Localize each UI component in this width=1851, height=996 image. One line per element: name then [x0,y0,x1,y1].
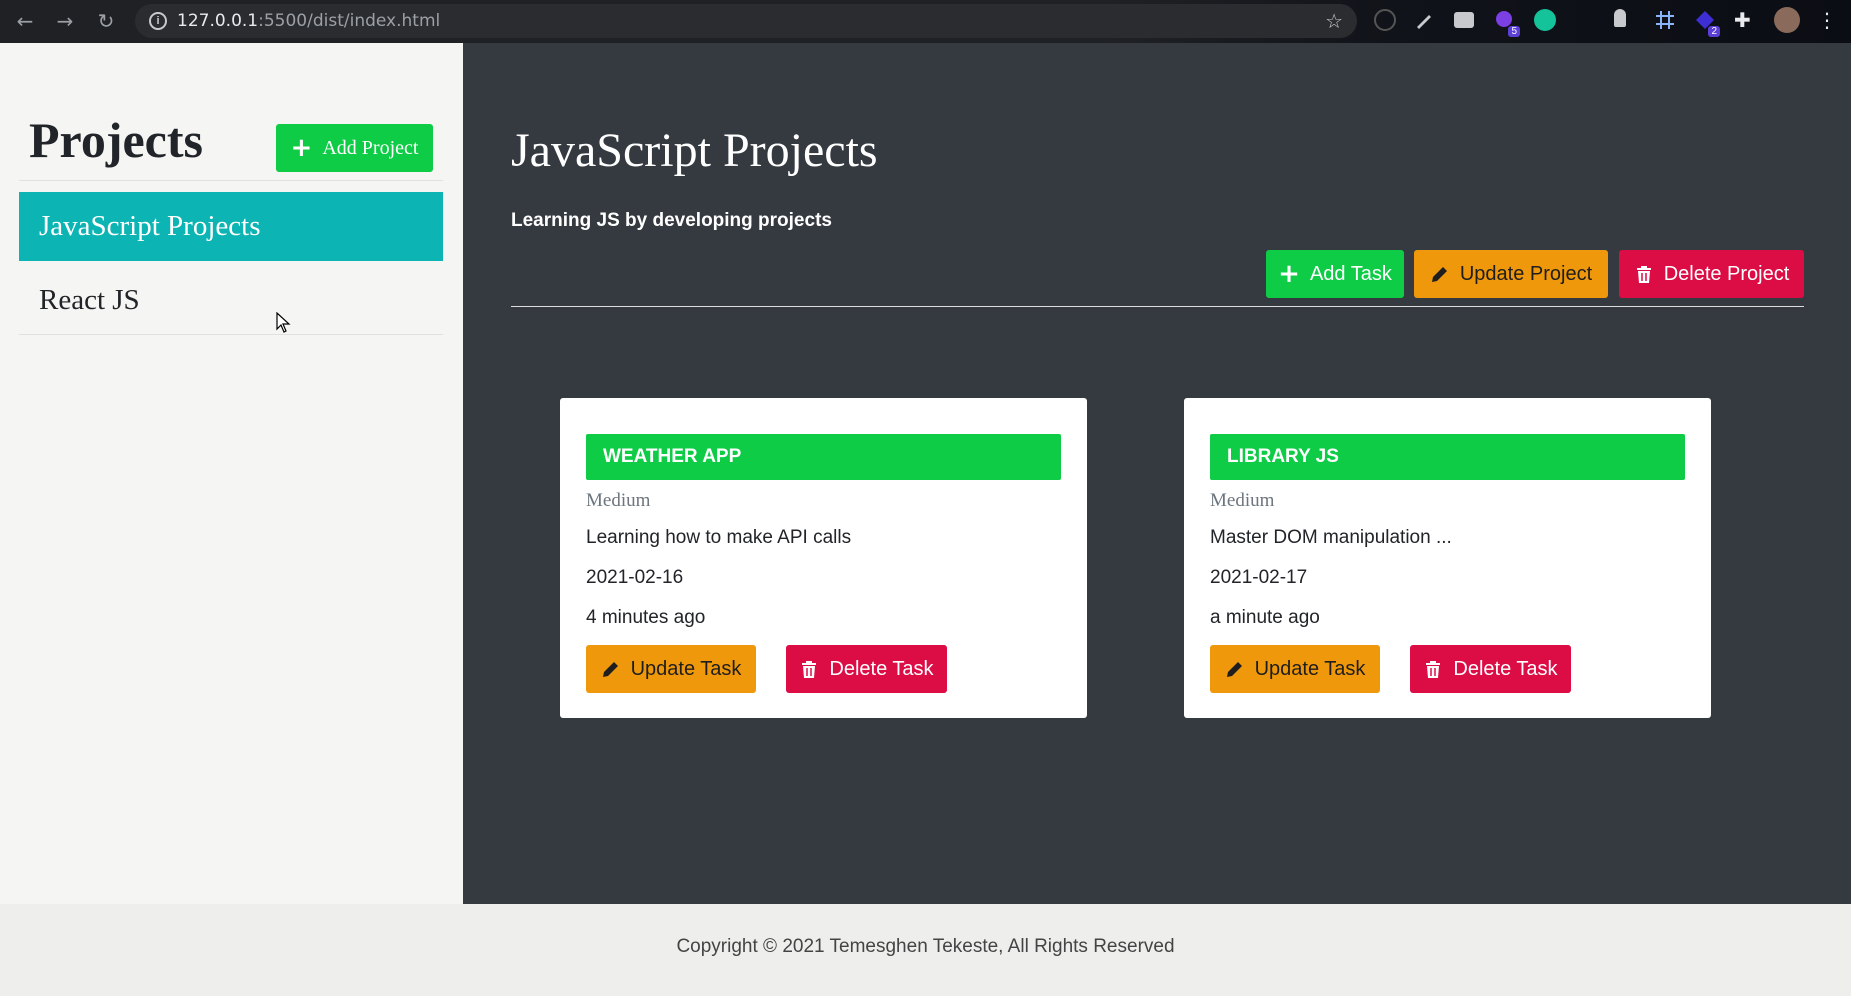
add-task-label: Add Task [1309,262,1392,285]
update-task-button[interactable]: Update Task [586,645,756,693]
task-priority: Medium [586,490,651,511]
update-project-button[interactable]: Update Project [1414,250,1608,298]
mouse-cursor-icon [276,312,291,333]
extension-badge: 2 [1708,26,1720,37]
delete-project-label: Delete Project [1663,262,1790,285]
extension-gem-icon[interactable]: 2 [1694,9,1720,37]
back-icon[interactable]: ← [12,8,38,34]
delete-task-button[interactable]: Delete Task [1410,645,1571,693]
extension-badge: 5 [1508,26,1520,37]
plus-icon: + [290,133,313,163]
task-due-date: 2021-02-16 [586,567,684,588]
reload-icon[interactable]: ↻ [93,8,119,34]
task-due-date: 2021-02-17 [1210,567,1308,588]
footer: Copyright © 2021 Temesghen Tekeste, All … [0,904,1851,996]
copyright-text: Copyright © 2021 Temesghen Tekeste, All … [676,936,1175,957]
browser-toolbar: ← → ↻ i 127.0.0.1:5500/dist/index.html ☆… [0,0,1851,43]
url-text[interactable]: 127.0.0.1:5500/dist/index.html [177,11,440,31]
address-bar[interactable]: i 127.0.0.1:5500/dist/index.html ☆ [135,4,1357,38]
sidebar-item-label: React JS [39,284,140,316]
extensions-puzzle-icon[interactable]: ✚ [1734,9,1756,31]
add-project-label: Add Project [322,136,419,159]
sidebar-title: Projects [29,112,203,168]
bookmark-star-icon[interactable]: ☆ [1325,9,1343,33]
extension-record-icon[interactable] [1374,9,1396,31]
extension-flower-icon[interactable]: 5 [1494,9,1520,37]
delete-task-label: Delete Task [829,657,934,680]
delete-task-button[interactable]: Delete Task [786,645,947,693]
extension-bottle-icon[interactable] [1614,9,1626,27]
sidebar-item-label: JavaScript Projects [39,210,261,242]
extension-pen-icon[interactable] [1413,9,1435,31]
trash-icon [1426,661,1441,678]
delete-task-label: Delete Task [1453,657,1558,680]
project-detail: JavaScript Projects Learning JS by devel… [463,43,1851,904]
delete-project-button[interactable]: Delete Project [1619,250,1804,298]
update-task-label: Update Task [1254,657,1366,680]
plus-icon: + [1278,259,1300,289]
pencil-icon [1431,267,1447,282]
pencil-icon [1226,662,1242,677]
sidebar: Projects + Add Project JavaScript Projec… [0,43,463,904]
task-priority: Medium [1210,490,1275,511]
sidebar-item-javascript-projects[interactable]: JavaScript Projects [19,192,443,261]
task-card: LIBRARY JS Medium Master DOM manipulatio… [1184,398,1711,718]
browser-menu-icon[interactable]: ⋮ [1817,8,1837,32]
extension-grammarly-icon[interactable] [1534,9,1556,31]
task-description: Learning how to make API calls [586,527,852,548]
forward-icon[interactable]: → [52,8,78,34]
task-card: WEATHER APP Medium Learning how to make … [560,398,1087,718]
update-project-label: Update Project [1459,262,1593,285]
update-task-button[interactable]: Update Task [1210,645,1380,693]
sidebar-item-react-js[interactable]: React JS [19,267,443,335]
trash-icon [802,661,817,678]
main-divider [511,306,1804,307]
site-info-icon[interactable]: i [149,12,167,30]
task-description: Master DOM manipulation ... [1210,527,1452,548]
extension-camera-icon[interactable] [1454,12,1474,28]
project-title: JavaScript Projects [511,124,878,177]
task-title: WEATHER APP [586,434,1061,480]
add-project-button[interactable]: + Add Project [276,124,433,172]
pencil-icon [602,662,618,677]
sidebar-divider [19,180,443,181]
task-created-ago: 4 minutes ago [586,607,706,628]
project-description: Learning JS by developing projects [511,210,832,231]
profile-avatar[interactable] [1774,7,1800,33]
task-created-ago: a minute ago [1210,607,1320,628]
extension-grid-icon[interactable] [1654,9,1676,31]
add-task-button[interactable]: + Add Task [1266,250,1404,298]
update-task-label: Update Task [630,657,742,680]
trash-icon [1636,266,1651,283]
task-title: LIBRARY JS [1210,434,1685,480]
